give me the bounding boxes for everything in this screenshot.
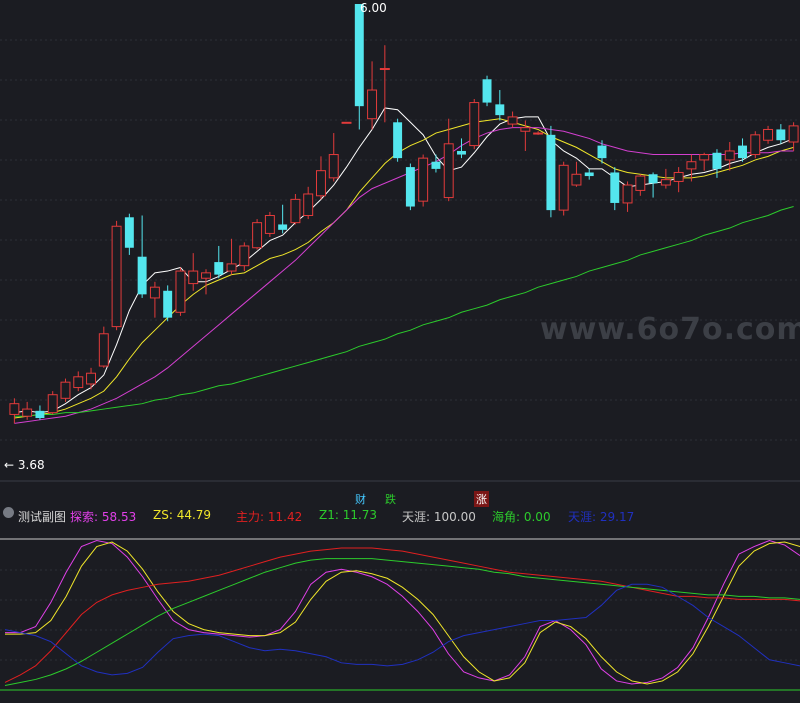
candle-body-up xyxy=(660,179,671,186)
candle-body-up xyxy=(264,214,275,234)
legend-item-0: 探索: 58.53 xyxy=(70,510,137,524)
candle-body-up xyxy=(686,161,697,170)
candle-body-down xyxy=(354,4,364,107)
candle-body-up xyxy=(290,198,301,224)
watermark-text: www.6o7o.com xyxy=(540,312,800,347)
candle-body-up xyxy=(149,286,160,299)
chart-canvas[interactable] xyxy=(0,0,800,703)
indicator-line-3 xyxy=(4,558,800,686)
candle-body-down xyxy=(163,290,173,318)
candle-body-down xyxy=(597,145,607,159)
candle-body-up xyxy=(367,89,378,120)
candle-body-up xyxy=(469,102,480,147)
candle-body-down xyxy=(278,224,288,230)
candle-body-up xyxy=(379,68,390,71)
candle-body-down xyxy=(738,145,747,159)
moving-average-lines xyxy=(14,107,794,424)
candle-body-up xyxy=(315,170,326,197)
ma-line-1 xyxy=(14,118,794,419)
legend-item-4: 天涯: 100.00 xyxy=(402,510,476,524)
candle-body-up xyxy=(622,184,633,204)
candle-body-up xyxy=(86,372,97,385)
legend-item-5: 海角: 0.00 xyxy=(492,510,551,524)
candle-body-down xyxy=(610,172,620,203)
candle-body-down xyxy=(124,217,134,248)
candle-body-up xyxy=(328,154,339,179)
candle-body-up xyxy=(98,333,109,367)
candle-body-up xyxy=(763,128,774,141)
candle-body-down xyxy=(457,150,466,155)
candle-body-up xyxy=(673,171,684,182)
candle-body-up xyxy=(175,270,186,313)
candle-body-up xyxy=(188,270,199,285)
candle-body-down xyxy=(482,79,492,103)
candle-body-up xyxy=(788,125,799,143)
candle-body-up xyxy=(724,150,735,161)
candle-body-down xyxy=(405,167,415,207)
candle-body-up xyxy=(558,164,569,211)
candle-body-down xyxy=(584,172,594,177)
candle-body-up xyxy=(750,134,761,156)
indicator-line-2 xyxy=(4,547,800,683)
candle-body-down xyxy=(495,104,505,116)
legend-item-2: 主力: 11.42 xyxy=(236,510,303,524)
ma-line-0 xyxy=(14,107,794,414)
candle-body-up xyxy=(699,154,710,161)
legend-item-6: 天涯: 29.17 xyxy=(568,510,635,524)
candle-body-down xyxy=(214,262,224,275)
candle-body-up xyxy=(201,272,211,279)
candle-body-up xyxy=(571,173,582,186)
sub-panel-legend: 测试副图 探索: 58.53 ZS: 44.79 主力: 11.42 Z1: 11.7… xyxy=(0,505,800,525)
candle-body-up xyxy=(111,225,122,328)
stock-chart-window: www.6o7o.com 6.00 ← 3.68 财 跌 涨 测试副图 探索: … xyxy=(0,0,800,703)
candle-body-up xyxy=(635,175,646,191)
sub-panel-indicator-lines xyxy=(4,539,800,686)
candle-body-up xyxy=(520,127,531,132)
candle-body-up xyxy=(507,116,518,125)
candle-body-down xyxy=(776,129,786,141)
candle-body-up xyxy=(303,193,314,216)
candle-body-up xyxy=(443,143,454,199)
candle-body-down xyxy=(137,256,147,295)
candle-body-up xyxy=(239,245,250,267)
candle-body-down xyxy=(393,122,403,159)
candle-body-up xyxy=(73,376,84,389)
price-high-label: 6.00 xyxy=(360,1,387,15)
candle-body-up xyxy=(252,222,263,249)
sub-panel-title[interactable]: 测试副图 xyxy=(18,508,66,525)
candle-body-down xyxy=(712,152,722,169)
candle-body-down xyxy=(648,174,658,184)
candle-body-down xyxy=(546,134,556,211)
legend-item-3: Z1: 11.73 xyxy=(319,508,378,522)
legend-item-1: ZS: 44.79 xyxy=(153,508,212,522)
candle-body-up xyxy=(47,394,58,414)
candle-body-up xyxy=(533,132,544,135)
candle-body-up xyxy=(60,381,71,399)
candle-body-up xyxy=(9,403,20,415)
candle-body-up xyxy=(418,157,429,202)
candle-body-down xyxy=(431,161,441,169)
collapse-toggle-icon[interactable] xyxy=(3,507,14,518)
price-low-label: ← 3.68 xyxy=(4,458,45,472)
candle-body-up xyxy=(226,263,237,272)
candle-body-up xyxy=(22,408,33,417)
candle-body-up xyxy=(341,121,352,124)
candle-body-down xyxy=(35,410,45,419)
